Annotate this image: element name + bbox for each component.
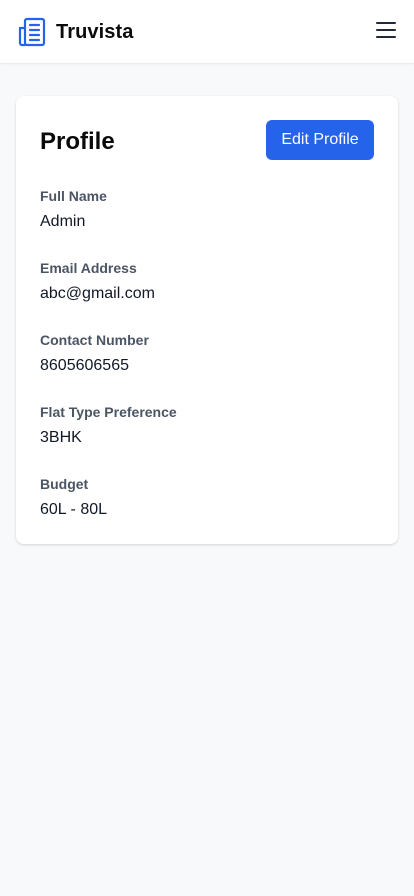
field-label: Budget [40,476,89,492]
field-label: Flat Type Preference [40,404,177,420]
field-value: 3BHK [40,429,82,446]
field-label: Full Name [40,188,107,204]
field-budget: Budget 60L - 80L [40,472,374,544]
field-value: abc@gmail.com [40,285,155,302]
edit-profile-button[interactable]: Edit Profile [266,120,374,160]
field-full-name: Full Name Admin [40,184,374,256]
field-value: Admin [40,213,86,230]
page-title: Profile [40,128,115,155]
field-email-address: Email Address abc@gmail.com [40,256,374,328]
building-icon [18,17,46,47]
profile-fields: Full Name Admin Email Address abc@gmail.… [40,184,374,544]
brand-logo-link[interactable]: Truvista [16,16,134,48]
menu-button[interactable] [374,18,398,42]
brand-name: Truvista [56,21,134,43]
profile-card: Profile Edit Profile Full Name Admin Ema… [16,96,398,544]
field-flat-type-preference: Flat Type Preference 3BHK [40,400,374,472]
top-navbar: Truvista [0,0,414,64]
field-value: 8605606565 [40,357,129,374]
hamburger-menu-icon [376,22,396,38]
field-contact-number: Contact Number 8605606565 [40,328,374,400]
field-label: Email Address [40,260,137,276]
field-value: 60L - 80L [40,501,108,518]
profile-card-header: Profile Edit Profile [40,120,374,160]
field-label: Contact Number [40,332,149,348]
